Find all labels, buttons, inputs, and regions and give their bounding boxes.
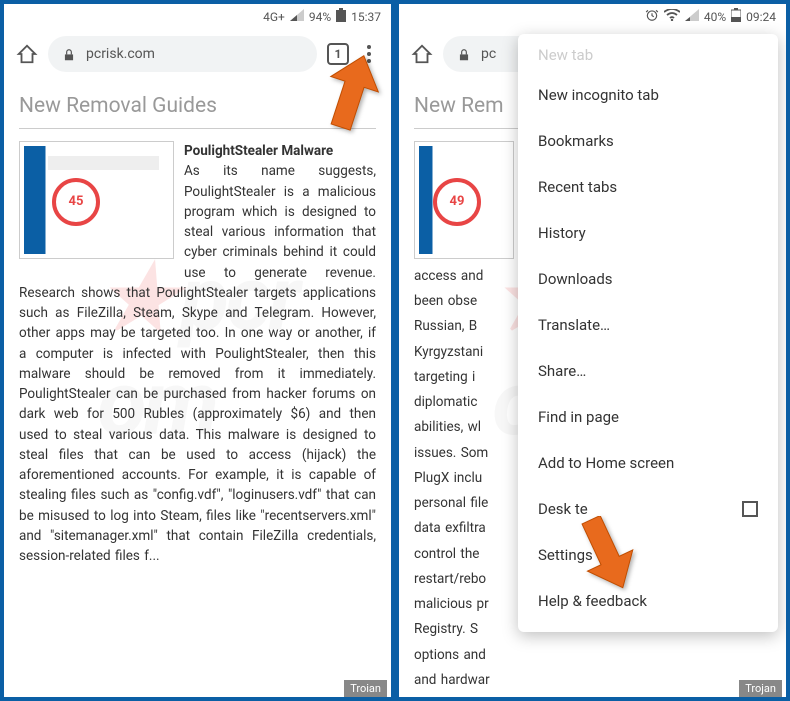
menu-item-settings[interactable]: Settings xyxy=(518,532,778,578)
menu-item-bookmarks[interactable]: Bookmarks xyxy=(518,118,778,164)
article[interactable]: 45 PoulightStealer Malware As its name s… xyxy=(19,141,376,566)
lock-icon xyxy=(62,47,76,61)
menu-item-downloads[interactable]: Downloads xyxy=(518,256,778,302)
menu-item-find-in-page[interactable]: Find in page xyxy=(518,394,778,440)
phone-left: pcr om 4G+ 94% 15:37 pcrisk.com 1 xyxy=(0,0,395,701)
category-tag[interactable]: Trojan xyxy=(739,680,782,697)
article-title: PoulightStealer Malware xyxy=(184,143,333,159)
network-indicator: 4G+ xyxy=(263,10,285,24)
signal-icon xyxy=(685,9,699,24)
url-text: pcrisk.com xyxy=(86,46,155,62)
pointer-arrow-menu xyxy=(323,49,383,138)
category-tag[interactable]: Troian xyxy=(344,680,387,697)
menu-item-new-incognito[interactable]: New incognito tab xyxy=(518,72,778,118)
wifi-icon xyxy=(664,9,680,24)
home-icon[interactable] xyxy=(16,43,38,65)
signal-icon xyxy=(290,9,304,24)
pointer-arrow-settings xyxy=(578,516,638,605)
home-icon[interactable] xyxy=(411,43,433,65)
clock: 15:37 xyxy=(351,10,381,24)
menu-item-desktop-site[interactable]: Desk te xyxy=(518,486,778,532)
url-bar[interactable]: pcrisk.com xyxy=(48,36,317,72)
menu-item-history[interactable]: History xyxy=(518,210,778,256)
battery-pct: 40% xyxy=(704,10,726,24)
status-bar: 40% 09:24 xyxy=(399,4,786,29)
menu-item-translate[interactable]: Translate… xyxy=(518,302,778,348)
phone-right: pcr om 40% 09:24 xyxy=(395,0,790,701)
menu-item-add-to-home[interactable]: Add to Home screen xyxy=(518,440,778,486)
menu-item-new-tab[interactable]: New tab xyxy=(518,42,778,72)
alarm-icon xyxy=(645,8,659,25)
menu-item-share[interactable]: Share… xyxy=(518,348,778,394)
article-thumbnail[interactable]: 49 xyxy=(414,141,514,259)
menu-item-help-feedback[interactable]: Help & feedback xyxy=(518,578,778,624)
battery-icon xyxy=(336,8,346,25)
status-bar: 4G+ 94% 15:37 xyxy=(4,4,391,29)
battery-icon xyxy=(731,8,741,25)
battery-pct: 94% xyxy=(309,10,331,24)
browser-overflow-menu: New tab New incognito tabBookmarksRecent… xyxy=(518,34,778,632)
checkbox-icon[interactable] xyxy=(742,501,758,517)
page-content: New Removal Guides 45 PoulightStealer Ma… xyxy=(4,79,391,581)
clock: 09:24 xyxy=(746,10,776,24)
lock-icon xyxy=(457,47,471,61)
gauge-value: 45 xyxy=(52,178,100,226)
menu-item-recent-tabs[interactable]: Recent tabs xyxy=(518,164,778,210)
gauge-value: 49 xyxy=(433,178,481,226)
article-thumbnail[interactable]: 45 xyxy=(19,141,174,259)
url-text: pc xyxy=(481,46,496,62)
